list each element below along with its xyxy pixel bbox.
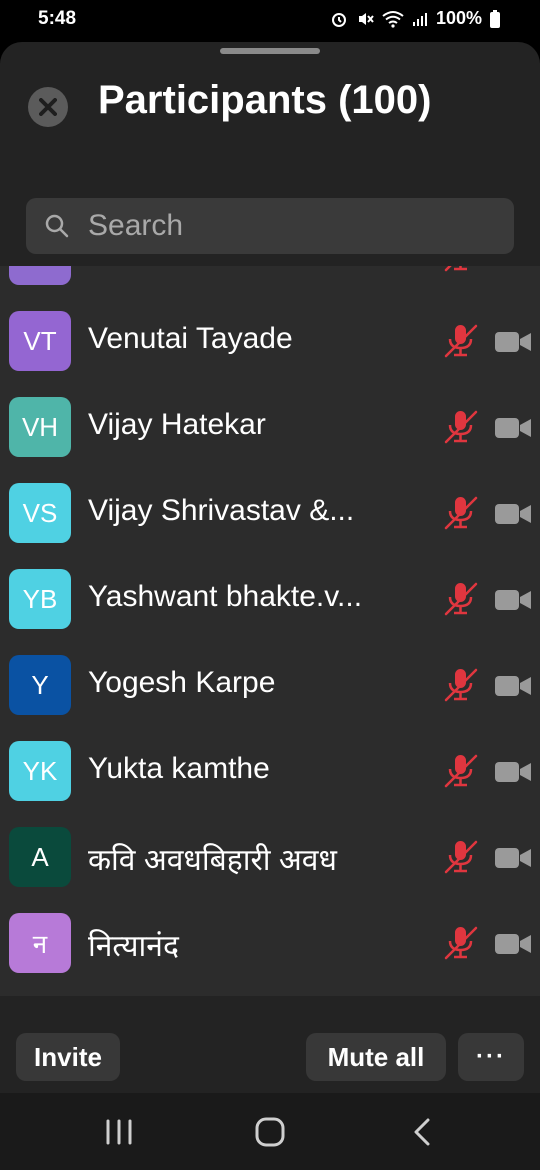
avatar-initials: VH [21, 411, 59, 442]
more-options-button[interactable]: ··· [458, 1033, 524, 1081]
participant-name: Vijay Shrivastav &... [88, 494, 355, 527]
avatar: Y [9, 655, 71, 715]
search-icon [45, 214, 69, 238]
participant-row[interactable]: VH Vijay Hatekar [0, 384, 540, 470]
participant-row[interactable]: VB Vandana bhakte [0, 266, 540, 298]
participant-row[interactable]: A कवि अवधबिहारी अवध [0, 814, 540, 900]
status-time: 5:48 [38, 8, 77, 29]
participant-name: Vandana bhakte [88, 266, 388, 270]
camera-off-icon[interactable] [494, 588, 532, 612]
participant-row[interactable]: Y Yogesh Karpe [0, 642, 540, 728]
home-icon[interactable] [255, 1117, 285, 1147]
participants-sheet: Participants (100) VB Vandana bhakte VT Ven… [0, 42, 540, 1170]
mic-muted-icon[interactable] [442, 580, 480, 618]
mic-muted-icon[interactable] [442, 494, 480, 532]
close-icon [39, 98, 57, 116]
mic-muted-icon[interactable] [442, 266, 480, 274]
mic-muted-icon[interactable] [442, 666, 480, 704]
mic-muted-icon[interactable] [442, 838, 480, 876]
avatar: A [9, 827, 71, 887]
avatar-initials: VT [23, 325, 57, 356]
mic-muted-icon[interactable] [442, 924, 480, 962]
search-bar[interactable] [26, 198, 514, 254]
participant-name: Venutai Tayade [88, 322, 293, 355]
back-icon[interactable] [410, 1117, 434, 1147]
vibrate-mute-icon [358, 12, 374, 25]
mic-muted-icon[interactable] [442, 322, 480, 360]
recent-apps-icon[interactable] [104, 1119, 134, 1145]
avatar: VB [9, 266, 71, 285]
avatar-initials: Y [31, 669, 49, 700]
avatar: न [9, 913, 71, 973]
participant-name: Yashwant bhakte.v... [88, 580, 363, 613]
mute-all-button[interactable]: Mute all [306, 1033, 446, 1081]
avatar-initials: YK [22, 755, 58, 786]
camera-off-icon[interactable] [494, 416, 532, 440]
battery-icon [490, 9, 500, 28]
avatar-initials: न [32, 929, 48, 959]
camera-off-icon[interactable] [494, 846, 532, 870]
avatar-initials: A [31, 841, 49, 872]
participant-row[interactable]: न नित्यानंद [0, 900, 540, 986]
camera-off-icon[interactable] [494, 266, 532, 268]
camera-off-icon[interactable] [494, 502, 532, 526]
participant-list[interactable]: VB Vandana bhakte VT Venutai Tayade VH Vijay … [0, 266, 540, 996]
avatar: YB [9, 569, 71, 629]
avatar-initials: YB [22, 583, 58, 614]
mic-muted-icon[interactable] [442, 752, 480, 790]
invite-button[interactable]: Invite [16, 1033, 120, 1081]
participant-name: Yukta kamthe [88, 752, 270, 785]
page-title: Participants (100) [98, 78, 432, 122]
mic-muted-icon[interactable] [442, 408, 480, 446]
camera-off-icon[interactable] [494, 760, 532, 784]
wifi-icon [382, 10, 404, 28]
camera-off-icon[interactable] [494, 330, 532, 354]
avatar-initials: VB [23, 266, 58, 271]
avatar: VT [9, 311, 71, 371]
status-bar: 5:48 100% [0, 0, 540, 40]
participant-name: Vijay Hatekar [88, 408, 266, 441]
status-icons: 100% [330, 8, 500, 29]
avatar: VS [9, 483, 71, 543]
avatar: YK [9, 741, 71, 801]
participant-name: कवि अवधबिहारी अवध [88, 844, 337, 877]
signal-icon [412, 12, 427, 26]
android-nav-bar [0, 1093, 540, 1170]
camera-off-icon[interactable] [494, 674, 532, 698]
participant-row[interactable]: VS Vijay Shrivastav &... [0, 470, 540, 556]
participant-row[interactable]: VT Venutai Tayade [0, 298, 540, 384]
search-input[interactable] [86, 208, 470, 244]
participant-name: Yogesh Karpe [88, 666, 276, 699]
avatar-initials: VS [22, 497, 58, 528]
alarm-icon [331, 12, 346, 27]
participant-row[interactable]: YK Yukta kamthe [0, 728, 540, 814]
close-button[interactable] [28, 87, 68, 127]
bottom-action-bar: Invite Mute all ··· [0, 996, 540, 1092]
battery-percent: 100% [435, 8, 482, 28]
avatar: VH [9, 397, 71, 457]
participant-name: नित्यानंद [88, 930, 179, 963]
participant-row[interactable]: YB Yashwant bhakte.v... [0, 556, 540, 642]
camera-off-icon[interactable] [494, 932, 532, 956]
sheet-grabber[interactable] [220, 48, 320, 54]
